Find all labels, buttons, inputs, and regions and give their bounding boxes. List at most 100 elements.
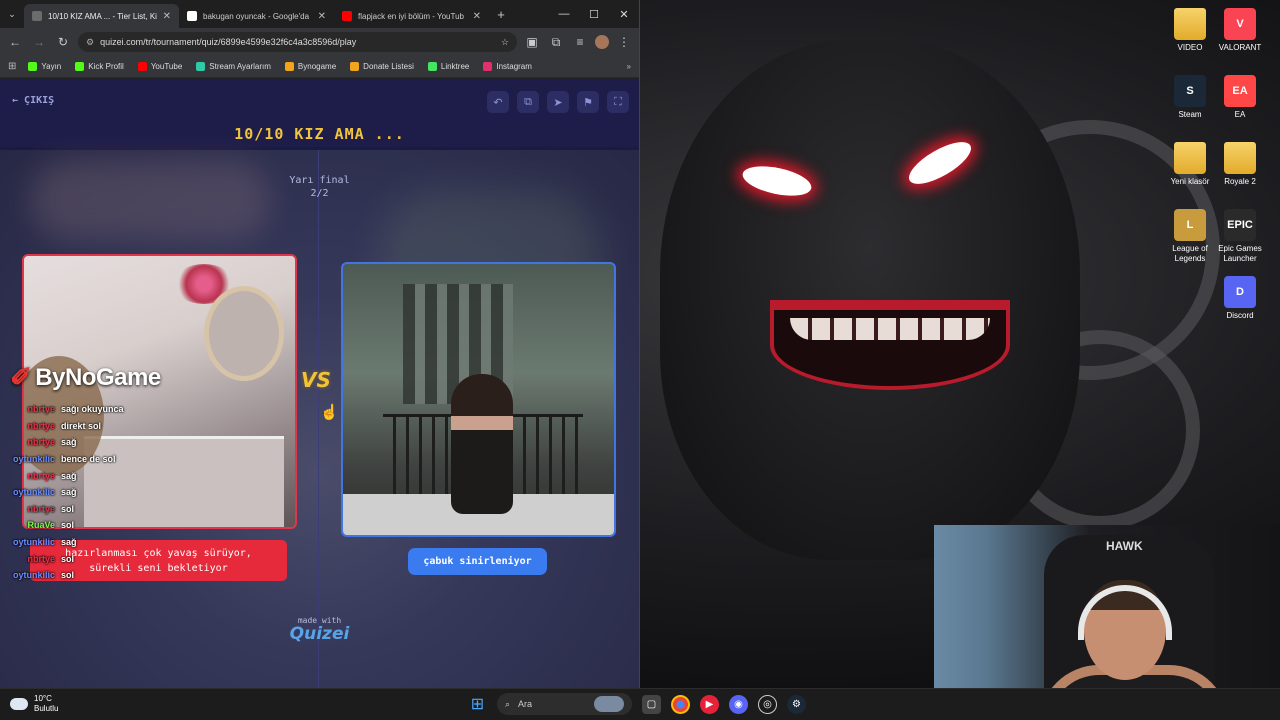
chat-username: oytunkilic [12,454,55,465]
steam-taskbar-icon[interactable]: ⚙ [787,694,806,714]
desktop-icon-label: VALORANT [1218,43,1262,52]
desktop-icon[interactable]: V VALORANT [1210,8,1270,53]
round-progress: 2/2 [310,188,329,199]
stream-chat: nbrtye sağı okuyunca nbrtye direkt sol nbr… [8,401,208,584]
chat-text: sağ [61,470,77,481]
browser-window: ⌄ 10/10 KIZ AMA ... - Tier List, Ki ✕ ba… [0,0,640,688]
chat-message: RuaVe sol [8,517,208,534]
bookmark-label: YouTube [150,62,183,71]
new-tab-button[interactable]: + [489,7,513,22]
bookmark-item[interactable]: Yayın [28,62,61,71]
forward-icon[interactable]: → [30,35,48,49]
fullscreen-icon[interactable]: ⛶ [607,91,629,113]
weather-widget[interactable]: 10°C Bulutlu [10,694,58,714]
bookmark-item[interactable]: Kick Profil [75,62,124,71]
close-window-icon[interactable]: ✕ [609,8,639,21]
search-highlight-image [594,696,624,712]
chat-message: nbrtye direkt sol [8,418,208,435]
chat-username: nbrtye [27,437,55,448]
task-view-icon[interactable]: ▢ [642,694,661,714]
weather-temperature: 10°C [34,694,52,703]
bookmark-item[interactable]: Instagram [483,62,532,71]
bookmark-favicon-icon [28,62,38,71]
mirror-photo-detail [204,286,284,381]
browser-tab[interactable]: flapjack en iyi bölüm - YouTub ✕ [334,4,489,28]
bookmark-item[interactable]: YouTube [137,62,183,71]
bookmark-item[interactable]: Bynogame [284,62,336,71]
bookmark-favicon-icon [196,62,206,71]
tab-title: flapjack en iyi bölüm - YouTub [358,11,464,21]
app-icon: D [1224,276,1256,308]
chat-username: nbrtye [27,470,55,481]
desktop-icon[interactable]: Royale 2 [1210,142,1270,187]
report-flag-icon[interactable]: ⚑ [577,91,599,113]
more-bookmarks-icon[interactable]: » [627,62,631,71]
tab-favicon-icon [32,11,42,21]
bookmark-item[interactable]: Linktree [427,62,469,71]
youtube-music-icon[interactable]: ▶ [700,694,719,714]
site-info-icon[interactable]: ⚙ [86,37,94,48]
discord-taskbar-icon[interactable]: ◉ [729,694,748,714]
profile-avatar-icon[interactable] [595,35,609,49]
exit-label: ÇIKIŞ [24,95,55,106]
maximize-icon[interactable]: ☐ [579,8,609,21]
exit-link[interactable]: ← ÇIKIŞ [12,95,54,106]
close-tab-icon[interactable]: ✕ [163,11,171,22]
chair-brand-text: HAWK [1106,539,1143,553]
extension-icon[interactable]: ▣ [523,35,541,49]
chat-message: nbrtye sağ [8,467,208,484]
obs-icon[interactable]: ◎ [758,694,777,714]
quizei-logo[interactable]: Quizei [0,624,639,644]
send-icon[interactable]: ➤ [547,91,569,113]
back-icon[interactable]: ← [6,35,24,49]
close-tab-icon[interactable]: ✕ [473,11,481,22]
demon-teeth [790,318,990,340]
taskbar: 10°C Bulutlu ⊞ ⌕ Ara ▢ ▶ ◉ ◎ ⚙ [0,688,1280,720]
desktop-icon[interactable]: EA EA [1210,75,1270,120]
chat-message: oytunkilic sağ [8,484,208,501]
choice-card-right[interactable] [341,262,616,537]
chrome-icon[interactable] [671,694,690,714]
tab-search-icon[interactable]: ⌄ [0,9,24,20]
chat-text: sol [61,520,75,531]
bookmark-star-icon[interactable]: ☆ [501,37,509,48]
window-controls: — ☐ ✕ [549,0,639,28]
bookmark-favicon-icon [483,62,493,71]
tabs: 10/10 KIZ AMA ... - Tier List, Ki ✕ baku… [24,4,489,28]
tab-favicon-icon [187,11,197,21]
browser-tab[interactable]: bakugan oyuncak - Google'da ✕ [179,4,334,28]
reload-icon[interactable]: ↻ [54,35,72,49]
woman-photo-detail [451,374,513,514]
menu-kebab-icon[interactable]: ⋮ [615,35,633,49]
search-icon: ⌕ [505,698,511,709]
share-icon[interactable]: ⧉ [517,91,539,113]
taskbar-search[interactable]: ⌕ Ara [497,693,632,715]
address-bar[interactable]: ⚙ quizei.com/tr/tournament/quiz/6899e459… [78,32,517,52]
tab-title: 10/10 KIZ AMA ... - Tier List, Ki [48,11,157,21]
extensions-puzzle-icon[interactable]: ⧉ [547,35,565,50]
apps-grid-icon[interactable]: ⊞ [8,61,16,72]
chat-message: oytunkilic bence de sol [8,451,208,468]
chat-username: nbrtye [27,553,55,564]
chat-text: sol [61,553,75,564]
minimize-icon[interactable]: — [549,8,579,20]
windows-start-icon[interactable]: ⊞ [468,695,487,714]
choice-label-right[interactable]: çabuk sinirleniyor [408,548,547,575]
bookmark-item[interactable]: Donate Listesi [350,62,414,71]
center-divider [318,150,319,688]
undo-icon[interactable]: ↶ [487,91,509,113]
desktop-icon-label: Royale 2 [1224,177,1256,186]
folder-icon [1174,8,1206,40]
bookmark-item[interactable]: Stream Ayarlarım [196,62,271,71]
close-tab-icon[interactable]: ✕ [318,11,326,22]
desktop-icon-label: Discord [1226,311,1254,320]
chat-message: nbrtye sağ [8,434,208,451]
chat-username: nbrtye [27,503,55,514]
bookmark-label: Kick Profil [88,62,124,71]
desktop-icon[interactable]: D Discord [1210,276,1270,321]
chat-text: sol [61,503,75,514]
desktop-icon[interactable]: EPIC Epic Games Launcher [1210,209,1270,264]
browser-tab[interactable]: 10/10 KIZ AMA ... - Tier List, Ki ✕ [24,4,179,28]
bookmark-favicon-icon [350,62,360,71]
media-control-icon[interactable]: ≡ [571,35,589,49]
